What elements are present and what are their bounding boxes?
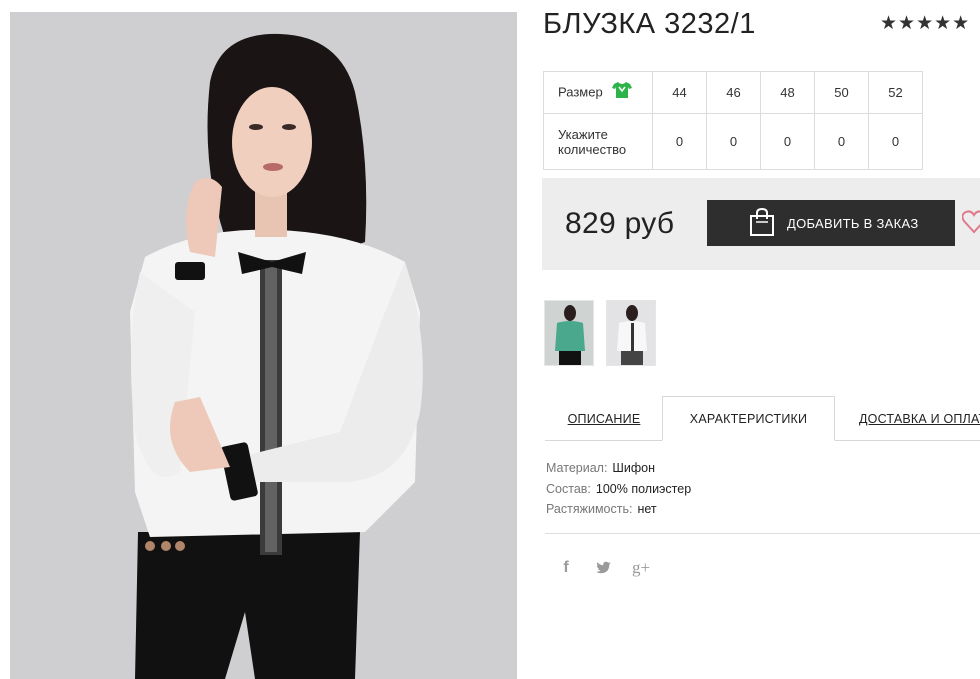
size-46: 46 — [706, 71, 761, 114]
add-to-order-button[interactable]: ДОБАВИТЬ В ЗАКАЗ — [707, 200, 955, 246]
spec-composition-key: Состав: — [546, 481, 591, 496]
tab-delivery-payment[interactable]: ДОСТАВКА И ОПЛАТА — [845, 396, 980, 441]
size-50: 50 — [814, 71, 869, 114]
add-to-order-label: ДОБАВИТЬ В ЗАКАЗ — [787, 215, 919, 231]
main-product-photo[interactable] — [10, 12, 517, 679]
quantity-label-line2: количество — [558, 141, 627, 157]
size-label-cell: Размер — [543, 71, 653, 114]
quantity-label-line1: Укажите — [558, 126, 608, 142]
spec-stretch-key: Растяжимость: — [546, 502, 633, 516]
quantity-input-52[interactable]: 0 — [868, 113, 923, 170]
twitter-share-icon[interactable] — [591, 556, 615, 580]
product-tabs: ОПИСАНИЕ ХАРАКТЕРИСТИКИ ДОСТАВКА И ОПЛАТ… — [545, 396, 980, 441]
spec-composition: Состав: 100% полиэстер — [546, 479, 691, 500]
quantity-input-48[interactable]: 0 — [760, 113, 815, 170]
facebook-share-icon[interactable]: f — [554, 556, 578, 580]
spec-stretch-value: нет — [637, 502, 657, 516]
thumbnail-white-blouse[interactable] — [606, 300, 656, 366]
quantity-row: Укажите количество 0 0 0 0 0 — [543, 113, 923, 170]
size-44: 44 — [652, 71, 707, 114]
quantity-input-46[interactable]: 0 — [706, 113, 761, 170]
rating-stars[interactable]: ★★★★★ — [880, 12, 970, 35]
spec-material: Материал: Шифон — [546, 458, 691, 479]
divider — [545, 533, 980, 534]
shopping-bag-icon — [749, 207, 775, 240]
wishlist-heart-icon[interactable] — [961, 208, 980, 239]
tab-description[interactable]: ОПИСАНИЕ — [545, 396, 663, 441]
quantity-label: Укажите количество — [543, 113, 653, 170]
spec-material-key: Материал: — [546, 461, 608, 475]
quantity-input-44[interactable]: 0 — [652, 113, 707, 170]
spec-stretch: Растяжимость: нет — [546, 499, 691, 520]
product-title: БЛУЗКА 3232/1 — [543, 8, 756, 40]
tab-characteristics[interactable]: ХАРАКТЕРИСТИКИ — [662, 396, 835, 441]
spec-composition-value: 100% полиэстер — [595, 481, 692, 496]
size-52: 52 — [868, 71, 923, 114]
characteristics-list: Материал: Шифон Состав: 100% полиэстер Рас… — [546, 458, 691, 520]
thumbnail-teal-blouse[interactable] — [544, 300, 594, 366]
size-chart-shirt-icon[interactable] — [612, 81, 633, 102]
spec-material-value: Шифон — [612, 461, 655, 475]
price-box: 829 руб ДОБАВИТЬ В ЗАКАЗ — [542, 178, 980, 270]
google-plus-share-icon[interactable]: g+ — [629, 556, 653, 580]
size-48: 48 — [760, 71, 815, 114]
size-label: Размер — [558, 83, 603, 99]
size-row: Размер 44 46 48 50 52 — [543, 71, 923, 114]
quantity-input-50[interactable]: 0 — [814, 113, 869, 170]
size-table: Размер 44 46 48 50 52 Укажите количество… — [543, 71, 923, 170]
price: 829 руб — [565, 207, 675, 240]
